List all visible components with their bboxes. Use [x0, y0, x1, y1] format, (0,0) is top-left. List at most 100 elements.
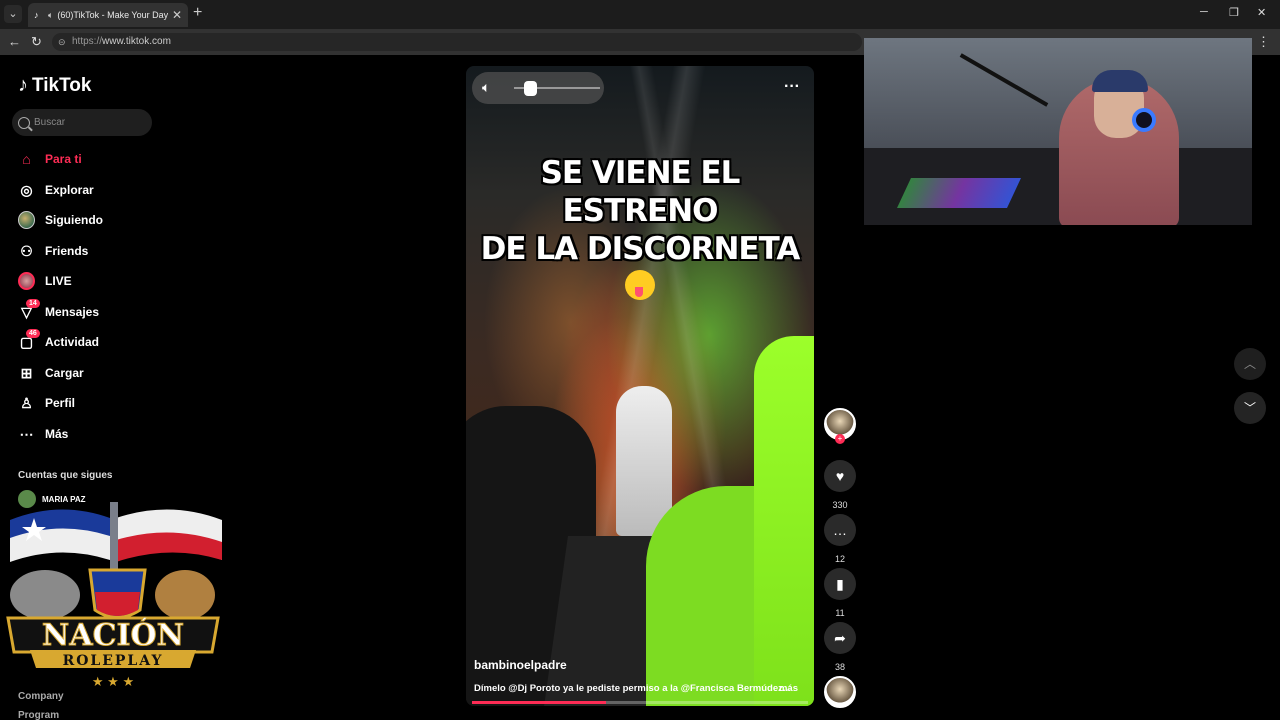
- volume-icon[interactable]: 🔈︎: [482, 79, 490, 96]
- webcam-keyboard: [897, 178, 1021, 208]
- sidebar-item-label: Explorar: [45, 183, 94, 197]
- minimize-button[interactable]: ─: [1200, 6, 1208, 18]
- like-count: 330: [832, 500, 848, 510]
- speaker-icon[interactable]: 🔈︎: [48, 10, 53, 21]
- follow-plus-icon[interactable]: +: [835, 434, 845, 444]
- sidebar-item-label: Siguiendo: [45, 213, 103, 227]
- tiktok-note-icon: ♪: [18, 74, 28, 96]
- music-disc[interactable]: [824, 676, 856, 708]
- url-host: www.tiktok.com: [102, 36, 171, 47]
- shield-red: [95, 592, 140, 616]
- huemul-icon: [155, 570, 215, 620]
- friends-icon: ⚇: [20, 242, 33, 259]
- headset-icon: [1132, 108, 1156, 132]
- condor-icon: [10, 570, 80, 620]
- comment-icon: …: [824, 514, 856, 546]
- sidebar-item-siguiendo[interactable]: Siguiendo: [18, 208, 103, 232]
- roleplay-text: ROLEPLAY: [63, 653, 164, 669]
- previous-video-button[interactable]: ︿: [1234, 348, 1266, 380]
- like-button[interactable]: ♥ 330: [824, 460, 856, 510]
- video-progress-bar[interactable]: [472, 701, 808, 704]
- sidebar-item-label: Perfil: [45, 396, 76, 410]
- sidebar-item-mensajes[interactable]: ▽ 14 Mensajes: [18, 298, 100, 324]
- close-window-button[interactable]: ✕: [1257, 6, 1266, 19]
- site-info-icon[interactable]: ⊝: [58, 33, 66, 51]
- url-protocol: https://: [72, 36, 103, 47]
- video-more-icon[interactable]: ···: [784, 78, 800, 96]
- video-green-hood: [754, 336, 814, 706]
- tower-icon: [110, 502, 118, 572]
- more-icon: ⋯: [19, 425, 34, 442]
- sidebar-item-label: Mensajes: [45, 305, 100, 319]
- share-button[interactable]: ➦ 38: [824, 622, 856, 672]
- compass-icon: ◎: [20, 181, 33, 198]
- bookmark-icon: ▮: [824, 568, 856, 600]
- description-more-button[interactable]: más: [779, 683, 798, 694]
- nacion-roleplay-logo: NACIÓN ROLEPLAY ★ ★ ★: [6, 502, 222, 689]
- live-icon: [18, 272, 35, 290]
- following-heading: Cuentas que sigues: [18, 470, 113, 481]
- sidebar-item-label: Actividad: [45, 335, 100, 349]
- home-icon: ⌂: [22, 151, 31, 167]
- browser-menu-icon[interactable]: ⋮: [1257, 34, 1270, 50]
- comment-count: 12: [834, 554, 845, 564]
- video-progress-fill: [472, 701, 607, 704]
- sidebar-item-explorar[interactable]: ◎ Explorar: [18, 178, 94, 202]
- creator-avatar[interactable]: +: [824, 408, 856, 444]
- tab-title: (60)TikTok - Make Your Day: [57, 10, 168, 20]
- tiktok-favicon-icon: ♪: [34, 10, 39, 20]
- activity-icon: ▢ 46: [18, 328, 40, 351]
- maximize-button[interactable]: ❐: [1229, 6, 1239, 19]
- sidebar-item-live[interactable]: LIVE: [18, 269, 72, 293]
- browser-tab[interactable]: ♪ 🔈︎ (60)TikTok - Make Your Day ✕: [28, 3, 188, 27]
- new-tab-button[interactable]: +: [193, 4, 202, 22]
- sidebar-item-perfil[interactable]: ♙ Perfil: [18, 391, 75, 415]
- nacion-text: NACIÓN: [42, 617, 184, 653]
- footer-link-program[interactable]: Program: [18, 710, 59, 720]
- share-icon: ➦: [824, 622, 856, 654]
- sidebar-item-label: Friends: [45, 244, 89, 258]
- message-icon: ▽ 14: [18, 298, 40, 321]
- search-placeholder: Buscar: [34, 117, 66, 128]
- tab-list-button[interactable]: ⌄: [4, 5, 22, 23]
- sidebar-item-label: Más: [45, 427, 69, 441]
- video-player[interactable]: SE VIENE EL ESTRENO DE LA DISCORNETA 🔈︎ …: [466, 66, 814, 706]
- brand-name: TikTok: [32, 74, 92, 96]
- caption-line-2: DE LA DISCORNETA: [480, 231, 801, 267]
- tongue-emoji-icon: [625, 270, 655, 300]
- reload-button[interactable]: ↻: [31, 34, 42, 50]
- sidebar-item-label: LIVE: [45, 274, 72, 288]
- save-button[interactable]: ▮ 11: [824, 568, 856, 618]
- upload-icon: ⊞: [20, 364, 33, 381]
- sidebar-item-label: Para ti: [45, 152, 82, 166]
- sidebar-item-cargar[interactable]: ⊞ Cargar: [18, 361, 84, 385]
- heart-icon: ♥: [824, 460, 856, 492]
- sidebar-item-friends[interactable]: ⚇ Friends: [18, 239, 88, 263]
- next-video-button[interactable]: ﹀: [1234, 392, 1266, 424]
- sidebar-item-actividad[interactable]: ▢ 46 Actividad: [18, 328, 100, 354]
- comment-button[interactable]: … 12: [824, 514, 856, 564]
- profile-icon: ♙: [20, 394, 33, 411]
- music-disc-icon: [824, 676, 856, 708]
- url-field[interactable]: ⊝ https://www.tiktok.com: [52, 33, 862, 51]
- video-author[interactable]: bambinoelpadre: [474, 658, 567, 672]
- flag-left-white: [10, 528, 110, 562]
- webcam-cap: [1092, 70, 1148, 92]
- video-caption: SE VIENE EL ESTRENO DE LA DISCORNETA: [466, 154, 814, 306]
- save-count: 11: [835, 608, 845, 618]
- search-input[interactable]: Buscar: [12, 109, 152, 136]
- avatar-icon: [18, 211, 35, 229]
- sidebar-item-para-ti[interactable]: ⌂ Para ti: [18, 147, 82, 171]
- close-tab-icon[interactable]: ✕: [172, 8, 182, 22]
- search-icon: [18, 116, 30, 129]
- back-button[interactable]: ←: [8, 34, 21, 49]
- volume-slider-thumb[interactable]: [524, 81, 537, 96]
- message-badge: 14: [26, 298, 40, 308]
- tiktok-logo[interactable]: ♪ TikTok: [18, 74, 91, 97]
- sidebar-item-label: Cargar: [45, 366, 84, 380]
- webcam-wall: [864, 38, 1252, 148]
- video-description: Dímelo @Dj Poroto ya le pediste permiso …: [474, 683, 810, 694]
- sidebar-item-mas[interactable]: ⋯ Más: [18, 422, 69, 446]
- volume-control[interactable]: 🔈︎: [472, 72, 604, 104]
- description-text: Dímelo @Dj Poroto ya le pediste permiso …: [474, 683, 791, 694]
